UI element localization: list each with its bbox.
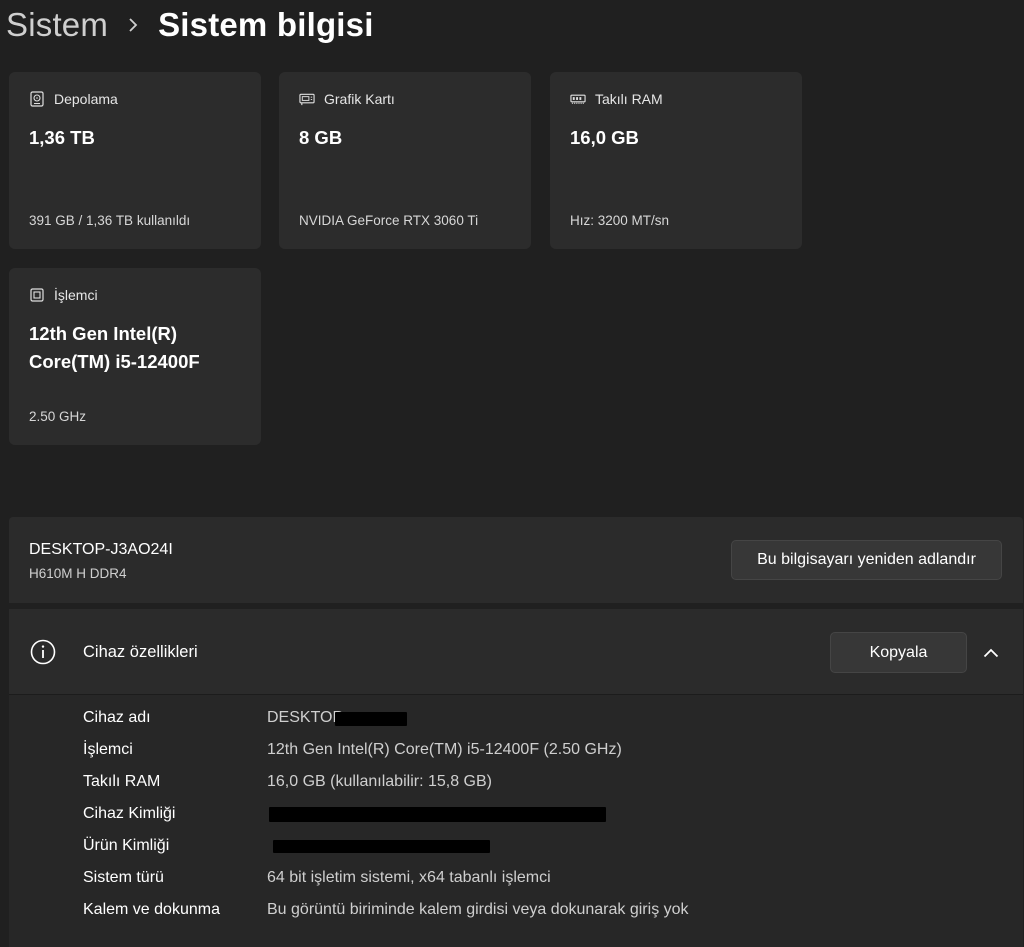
device-name: DESKTOP-J3AO24I <box>29 541 173 558</box>
spec-label: Sistem türü <box>83 869 164 886</box>
spec-value[interactable]: 16,0 GB (kullanılabilir: 15,8 GB) <box>267 773 492 791</box>
cpu-card-title: İşlemci <box>54 287 98 303</box>
storage-usage-text: 391 GB / 1,36 TB kullanıldı <box>29 213 191 228</box>
gpu-card-header: Grafik Kartı <box>299 91 395 107</box>
gpu-card[interactable]: Grafik Kartı 8 GB NVIDIA GeForce RTX 306… <box>279 72 531 249</box>
system-info-page: Sistem Sistem bilgisi Depolama 1,36 TB 3… <box>0 0 1024 947</box>
spec-label: Ürün Kimliği <box>83 837 170 854</box>
redaction-mark <box>273 840 490 853</box>
spec-label: İşlemci <box>83 741 133 758</box>
chevron-right-icon <box>108 18 158 32</box>
spec-row-device-id: Cihaz Kimliği <box>83 805 983 837</box>
redaction-mark <box>269 807 606 822</box>
spec-label: Cihaz Kimliği <box>83 805 176 822</box>
cpu-speed-text: 2.50 GHz <box>29 409 87 424</box>
breadcrumb-parent-link[interactable]: Sistem <box>6 6 108 44</box>
storage-total-value: 1,36 TB <box>29 127 95 148</box>
chevron-up-icon[interactable] <box>979 642 1003 664</box>
cpu-card[interactable]: İşlemci 12th Gen Intel(R) Core(TM) i5-12… <box>9 268 261 445</box>
spec-label: Cihaz adı <box>83 709 151 726</box>
device-model: H610M H DDR4 <box>29 566 127 581</box>
redaction-mark <box>335 712 407 726</box>
rename-pc-button[interactable]: Bu bilgisayarı yeniden adlandır <box>731 540 1002 580</box>
gpu-memory-value: 8 GB <box>299 127 343 148</box>
processor-icon <box>29 287 45 303</box>
ram-card-header: Takılı RAM <box>570 91 663 107</box>
device-name-panel: DESKTOP-J3AO24I H610M H DDR4 Bu bilgisay… <box>9 517 1023 603</box>
spec-row-pen-touch: Kalem ve dokunma Bu görüntü biriminde ka… <box>83 901 983 933</box>
ram-speed-text: Hız: 3200 MT/sn <box>570 213 670 228</box>
spec-value[interactable]: Bu görüntü biriminde kalem girdisi veya … <box>267 901 689 919</box>
ram-card[interactable]: Takılı RAM 16,0 GB Hız: 3200 MT/sn <box>550 72 802 249</box>
device-specs-header[interactable]: Cihaz özellikleri Kopyala <box>9 609 1023 695</box>
graphics-card-icon <box>299 91 315 107</box>
gpu-model-text: NVIDIA GeForce RTX 3060 Ti <box>299 213 479 228</box>
device-specs-title: Cihaz özellikleri <box>83 643 198 661</box>
spec-row-processor: İşlemci 12th Gen Intel(R) Core(TM) i5-12… <box>83 741 983 773</box>
gpu-card-title: Grafik Kartı <box>324 91 395 107</box>
cpu-card-header: İşlemci <box>29 287 98 303</box>
spec-value[interactable]: 64 bit işletim sistemi, x64 tabanlı işle… <box>267 869 551 887</box>
info-icon <box>30 639 56 665</box>
storage-card-title: Depolama <box>54 91 118 107</box>
breadcrumb: Sistem Sistem bilgisi <box>6 2 374 48</box>
ram-total-value: 16,0 GB <box>570 127 639 148</box>
page-title: Sistem bilgisi <box>158 6 374 43</box>
spec-label: Kalem ve dokunma <box>83 901 220 918</box>
spec-row-product-id: Ürün Kimliği <box>83 837 983 869</box>
spec-row-installed-ram: Takılı RAM 16,0 GB (kullanılabilir: 15,8… <box>83 773 983 805</box>
spec-row-system-type: Sistem türü 64 bit işletim sistemi, x64 … <box>83 869 983 901</box>
device-specs-list: Cihaz adı DESKTOP- İşlemci 12th Gen Inte… <box>9 695 1023 947</box>
ram-card-title: Takılı RAM <box>595 91 663 107</box>
storage-card-header: Depolama <box>29 91 118 107</box>
hard-drive-icon <box>29 91 45 107</box>
copy-button[interactable]: Kopyala <box>830 632 967 673</box>
spec-value[interactable]: 12th Gen Intel(R) Core(TM) i5-12400F (2.… <box>267 741 622 759</box>
memory-icon <box>570 91 586 107</box>
cpu-model-value: 12th Gen Intel(R) Core(TM) i5-12400F <box>29 323 200 372</box>
spec-label: Takılı RAM <box>83 773 161 790</box>
storage-card[interactable]: Depolama 1,36 TB 391 GB / 1,36 TB kullan… <box>9 72 261 249</box>
spec-row-device-name: Cihaz adı DESKTOP- <box>83 709 983 741</box>
